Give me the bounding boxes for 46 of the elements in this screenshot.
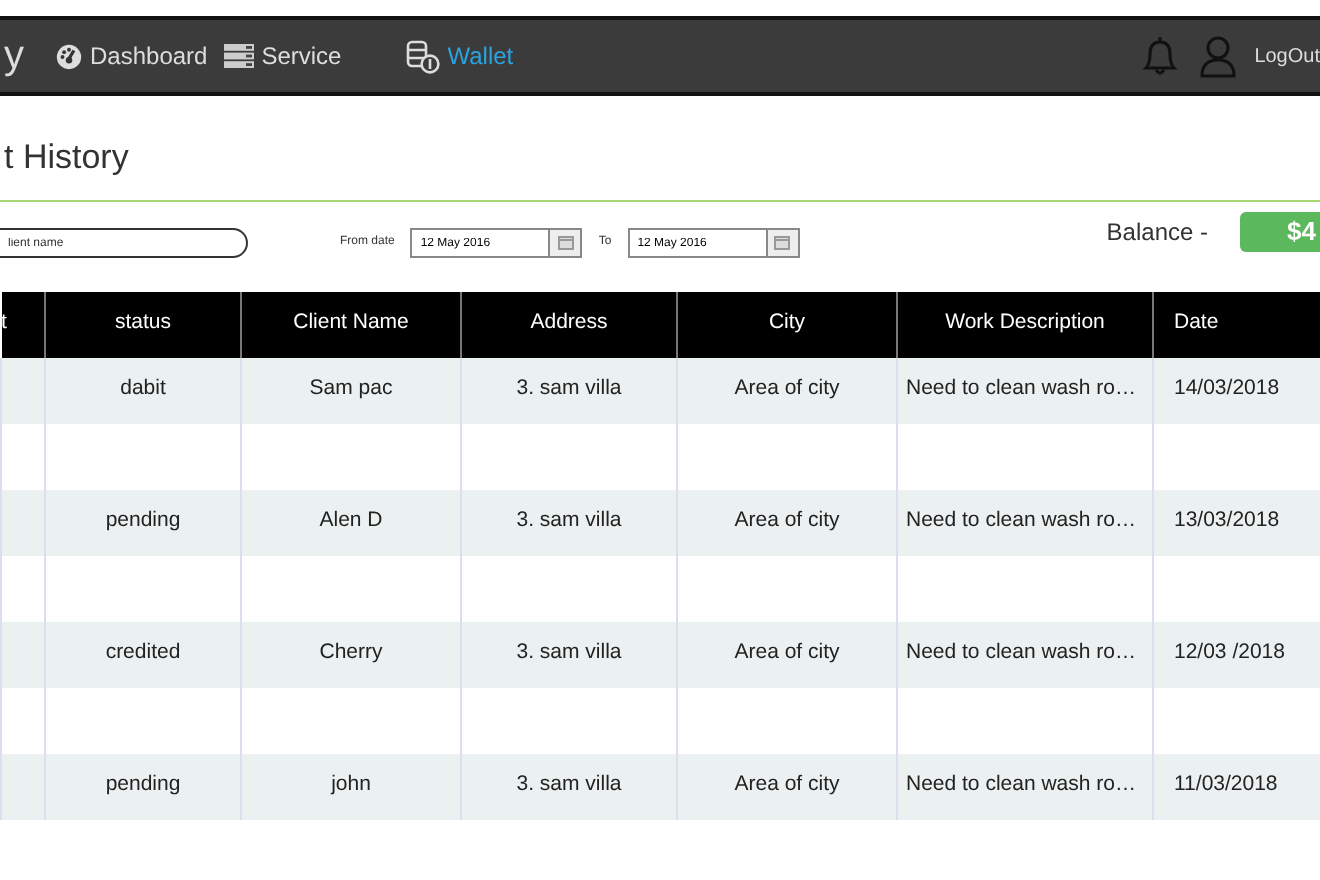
table-cell: 3. sam villa xyxy=(461,489,677,555)
table-cell: 12/03 /2018 xyxy=(1153,621,1320,687)
table-cell: Alen D xyxy=(241,489,461,555)
table-cell: Sam pac xyxy=(241,357,461,423)
gauge-icon xyxy=(56,43,82,69)
table-cell: pending xyxy=(45,753,241,819)
calendar-icon[interactable] xyxy=(774,236,791,250)
table-cell: Need to clean wash ro… xyxy=(897,489,1153,555)
brand-logo: y xyxy=(4,32,24,82)
column-header: Address xyxy=(461,291,677,357)
server-icon xyxy=(223,44,254,68)
table-cell: 3. sam villa xyxy=(461,357,677,423)
table-cell: Cherry xyxy=(241,621,461,687)
table-cell: Area of city xyxy=(677,489,897,555)
table-cell: Need to clean wash ro… xyxy=(897,621,1153,687)
column-header: Work Description xyxy=(897,291,1153,357)
table-cell: Area of city xyxy=(677,621,897,687)
table-cell: Area of city xyxy=(677,753,897,819)
calendar-icon[interactable] xyxy=(557,236,574,250)
table-cell: 11/03/2018 xyxy=(1153,753,1320,819)
column-header: Client Name xyxy=(241,291,461,357)
table-cell: Area of city xyxy=(677,357,897,423)
table-cell: john xyxy=(241,753,461,819)
column-header: status xyxy=(45,291,241,357)
table-cell: 13/03/2018 xyxy=(1153,489,1320,555)
nav-link[interactable]: Service xyxy=(261,38,342,74)
column-header: t xyxy=(1,291,45,357)
coin-stack-icon xyxy=(405,39,440,73)
table-cell: Need to clean wash ro… xyxy=(897,753,1153,819)
column-header: City xyxy=(677,291,897,357)
bell-icon[interactable] xyxy=(1138,34,1183,78)
balance-amount: $4 xyxy=(1240,211,1320,251)
table-cell: dabit xyxy=(45,357,241,423)
table-cell: 3. sam villa xyxy=(461,753,677,819)
person-icon[interactable] xyxy=(1198,34,1239,78)
table-cell: Need to clean wash ro… xyxy=(897,357,1153,423)
table-cell: 14/03/2018 xyxy=(1153,357,1320,423)
table-cell: pending xyxy=(45,489,241,555)
balance-label: Balance - xyxy=(1106,215,1208,249)
logout-link[interactable]: LogOut xyxy=(1254,41,1320,71)
page-title: t History xyxy=(4,136,131,180)
nav-link[interactable]: Dashboard xyxy=(90,38,208,74)
table-cell: 3. sam villa xyxy=(461,621,677,687)
column-header: Date xyxy=(1153,291,1320,357)
table-cell: credited xyxy=(45,621,241,687)
nav-link[interactable]: Wallet xyxy=(447,38,514,74)
